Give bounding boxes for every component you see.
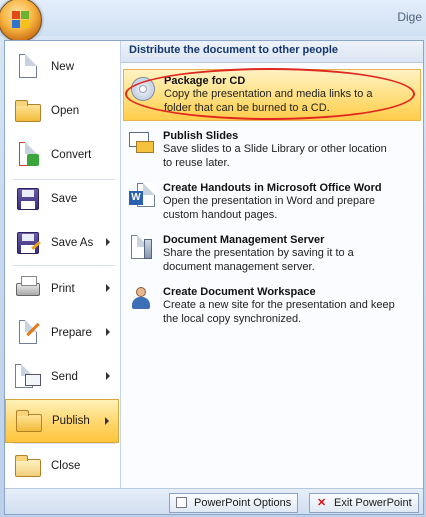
menu-footer: PowerPoint Options ✕ Exit PowerPoint <box>5 488 423 514</box>
document-workspace-icon <box>127 285 157 315</box>
menu-item-label: Open <box>51 105 80 117</box>
item-description: Share the presentation by saving it to a… <box>163 247 354 273</box>
menu-item-label: Print <box>51 283 75 295</box>
menu-item-save[interactable]: Save <box>5 177 119 221</box>
menu-item-label: Publish <box>52 415 90 427</box>
close-folder-icon <box>13 451 43 481</box>
menu-item-label: Prepare <box>51 327 92 339</box>
save-as-icon <box>13 228 43 258</box>
submenu-arrow-icon <box>106 238 110 246</box>
options-icon <box>176 497 188 509</box>
printer-icon <box>13 274 43 304</box>
menu-item-close[interactable]: Close <box>5 444 119 488</box>
office-logo-icon <box>12 11 30 29</box>
menu-item-label: Close <box>51 460 81 472</box>
submenu-arrow-icon <box>106 372 110 380</box>
submenu-header: Distribute the document to other people <box>121 41 423 63</box>
menu-item-label: New <box>51 61 75 73</box>
convert-icon <box>13 140 43 170</box>
powerpoint-options-button[interactable]: PowerPoint Options <box>169 493 299 513</box>
button-label: Exit PowerPoint <box>334 497 412 509</box>
title-bar: Dige <box>0 0 426 36</box>
menu-item-label: Save As <box>51 237 94 249</box>
prepare-icon <box>13 318 43 348</box>
new-document-icon <box>13 52 43 82</box>
menu-item-prepare[interactable]: Prepare <box>5 311 119 355</box>
menu-item-label: Save <box>51 193 78 205</box>
publish-icon <box>14 406 44 436</box>
menu-item-new[interactable]: New <box>5 45 119 89</box>
exit-powerpoint-button[interactable]: ✕ Exit PowerPoint <box>309 493 419 513</box>
publish-submenu: Distribute the document to other people … <box>120 41 423 488</box>
create-handouts-item[interactable]: W Create Handouts in Microsoft Office Wo… <box>123 177 421 227</box>
menu-item-convert[interactable]: Convert <box>5 133 119 177</box>
save-floppy-icon <box>13 184 43 214</box>
item-description: Copy the presentation and media links to… <box>164 88 373 114</box>
create-document-workspace-item[interactable]: Create Document Workspace Create a new s… <box>123 281 421 331</box>
send-icon <box>13 362 43 392</box>
item-title: Document Management Server <box>163 234 325 246</box>
item-description: Create a new site for the presentation a… <box>163 299 395 325</box>
cd-icon <box>128 74 158 104</box>
menu-item-send[interactable]: Send <box>5 355 119 399</box>
item-title: Create Handouts in Microsoft Office Word <box>163 182 382 194</box>
office-menu-left-pane: New Open Convert Save Save As Print Prep… <box>5 41 119 488</box>
package-for-cd-item[interactable]: Package for CD Copy the presentation and… <box>123 69 421 121</box>
submenu-arrow-icon <box>106 328 110 336</box>
menu-item-label: Convert <box>51 149 92 161</box>
item-title: Create Document Workspace <box>163 286 316 298</box>
submenu-arrow-icon <box>106 284 110 292</box>
menu-item-save-as[interactable]: Save As <box>5 221 119 265</box>
menu-item-publish[interactable]: Publish <box>5 399 119 443</box>
item-description: Open the presentation in Word and prepar… <box>163 195 375 221</box>
menu-item-open[interactable]: Open <box>5 89 119 133</box>
menu-item-label: Send <box>51 371 78 383</box>
button-label: PowerPoint Options <box>194 497 292 509</box>
publish-slides-icon <box>127 129 157 159</box>
open-folder-icon <box>13 96 43 126</box>
submenu-arrow-icon <box>105 417 109 425</box>
item-description: Save slides to a Slide Library or other … <box>163 143 387 169</box>
publish-slides-item[interactable]: Publish Slides Save slides to a Slide Li… <box>123 125 421 175</box>
menu-item-print[interactable]: Print <box>5 267 119 311</box>
window-title: Dige <box>397 10 422 24</box>
item-title: Package for CD <box>164 75 246 87</box>
close-x-icon: ✕ <box>317 497 327 509</box>
document-management-server-item[interactable]: Document Management Server Share the pre… <box>123 229 421 279</box>
document-server-icon <box>127 233 157 263</box>
menu-separator <box>13 265 115 266</box>
item-title: Publish Slides <box>163 130 239 142</box>
word-handouts-icon: W <box>127 181 157 211</box>
